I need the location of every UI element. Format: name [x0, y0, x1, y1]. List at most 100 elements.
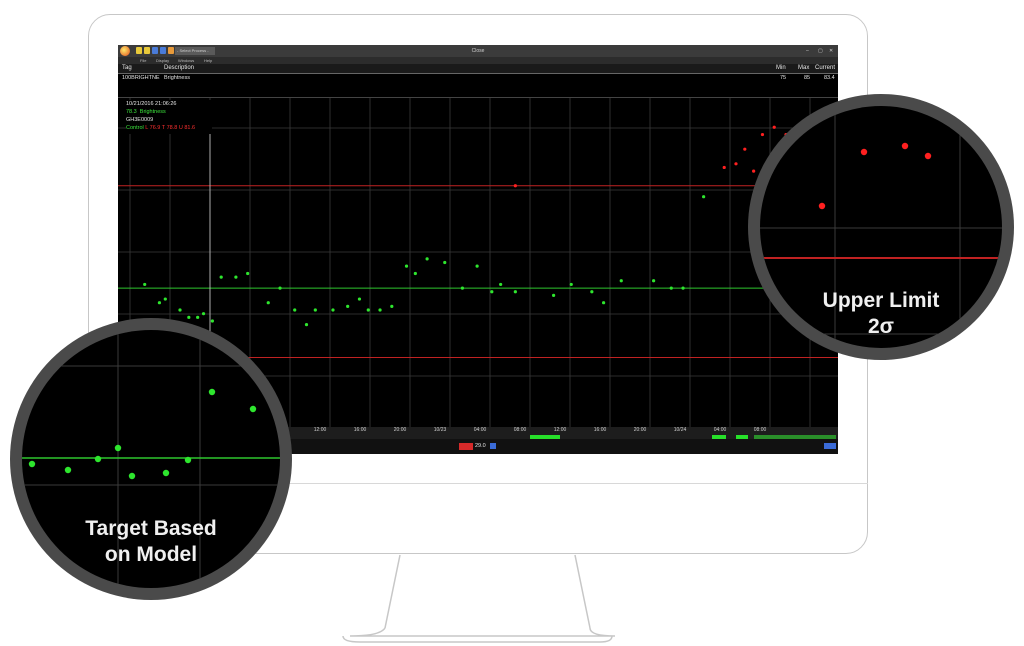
data-point — [425, 257, 429, 261]
data-point — [443, 260, 447, 265]
upper-limit-magnifier: Upper Limit 2σ — [760, 106, 1002, 348]
cell-current: 83.4 — [824, 75, 835, 81]
info-upper: U 81.6 — [178, 125, 196, 131]
menu-display[interactable]: Display — [156, 57, 169, 64]
upper-limit-line2: 2σ — [867, 315, 895, 338]
x-tick-label: 20:00 — [633, 427, 647, 433]
dropdown-icon[interactable] — [490, 443, 496, 449]
outlier-point — [513, 184, 517, 188]
nav-icon[interactable] — [824, 443, 836, 449]
menu-bar: File Display Windows Help — [118, 57, 838, 64]
tag-table-header: Tag Description Min Max Current — [118, 64, 838, 74]
data-point — [590, 290, 594, 294]
info-target: T 78.8 — [161, 125, 178, 131]
x-tick-label: 10/23 — [433, 427, 447, 433]
data-point — [602, 301, 606, 305]
data-point — [619, 279, 623, 283]
data-point — [752, 169, 756, 173]
menu-file[interactable]: File — [140, 57, 146, 64]
outlier-point — [818, 202, 826, 210]
data-point — [28, 460, 36, 468]
data-point — [490, 290, 494, 294]
table-row[interactable]: 100BRIGHTNE Brightness 75 85 83.4 — [118, 74, 838, 82]
info-value: 78.3 Brightness — [126, 109, 166, 116]
data-point — [304, 323, 309, 327]
data-point — [184, 456, 192, 464]
minimize-button[interactable]: ‒ — [806, 45, 809, 57]
data-point — [278, 286, 282, 290]
data-point — [249, 405, 257, 413]
target-label: Target Based on Model — [22, 516, 280, 568]
col-min[interactable]: Min — [776, 64, 786, 73]
data-point — [404, 264, 409, 268]
target-line2: on Model — [104, 543, 198, 566]
upper-limit-line1: Upper Limit — [822, 289, 940, 312]
info-control-label: Control — [126, 125, 144, 131]
x-tick-label: 12:00 — [553, 427, 567, 433]
alarm-icon[interactable] — [459, 443, 473, 450]
data-point — [652, 279, 656, 283]
data-point — [413, 271, 417, 276]
data-point — [163, 297, 167, 301]
data-point — [143, 282, 147, 287]
x-tick-label: 16:00 — [353, 427, 367, 433]
menu-help[interactable]: Help — [204, 57, 212, 64]
data-point — [378, 308, 382, 312]
info-timestamp: 10/21/2016 21:06:26 — [126, 101, 177, 107]
data-point — [734, 162, 738, 166]
menu-windows[interactable]: Windows — [178, 57, 194, 64]
outlier-point — [860, 148, 868, 156]
data-point — [552, 293, 556, 297]
cell-min: 75 — [780, 75, 787, 81]
data-point — [208, 388, 216, 396]
data-point — [331, 308, 335, 312]
data-point — [94, 455, 102, 463]
outlier-point — [743, 147, 747, 151]
data-point — [702, 195, 706, 199]
data-point — [246, 271, 250, 276]
data-point — [722, 165, 726, 170]
data-point — [669, 286, 673, 290]
data-point — [569, 282, 573, 287]
data-point — [114, 444, 122, 452]
title-bar: - Select Process - Close ‒ ▢ ✕ — [118, 45, 838, 57]
data-point — [234, 275, 238, 279]
status-value: 29.0 — [475, 443, 486, 449]
cell-max: 85 — [804, 75, 811, 81]
cell-tag: 100BRIGHTNE — [122, 75, 160, 81]
info-id: GH3E0009 — [126, 117, 154, 123]
x-tick-label: 04:00 — [473, 427, 487, 433]
data-point — [293, 308, 297, 312]
table-empty-area — [118, 83, 838, 98]
target-line1: Target Based — [85, 517, 217, 540]
outlier-point — [924, 152, 932, 160]
data-point — [513, 290, 517, 294]
target-magnifier: Target Based on Model — [22, 330, 280, 588]
data-point — [266, 301, 270, 305]
upper-limit-label: Upper Limit 2σ — [760, 288, 1002, 340]
data-point — [196, 315, 200, 319]
data-point — [187, 315, 191, 319]
x-tick-label: 20:00 — [393, 427, 407, 433]
data-point — [681, 286, 685, 290]
window-title: Close — [471, 48, 485, 54]
data-point — [346, 304, 350, 308]
cell-description: Brightness — [164, 75, 190, 81]
maximize-button[interactable]: ▢ — [818, 45, 823, 57]
col-max[interactable]: Max — [798, 64, 809, 73]
data-point — [390, 304, 394, 308]
close-button[interactable]: ✕ — [829, 45, 833, 57]
col-tag[interactable]: Tag — [122, 64, 132, 73]
x-tick-label: 04:00 — [713, 427, 727, 433]
data-point — [499, 282, 503, 287]
data-point — [64, 466, 72, 474]
x-tick-label: 16:00 — [593, 427, 607, 433]
data-point — [178, 308, 182, 312]
info-control: Control L 76.9 T 78.8 U 81.6 — [126, 125, 195, 132]
data-point — [313, 308, 317, 312]
data-point — [128, 472, 136, 480]
info-name: Brightness — [139, 109, 166, 115]
col-current[interactable]: Current — [815, 64, 835, 73]
data-point — [210, 319, 214, 323]
col-description[interactable]: Description — [164, 64, 194, 73]
